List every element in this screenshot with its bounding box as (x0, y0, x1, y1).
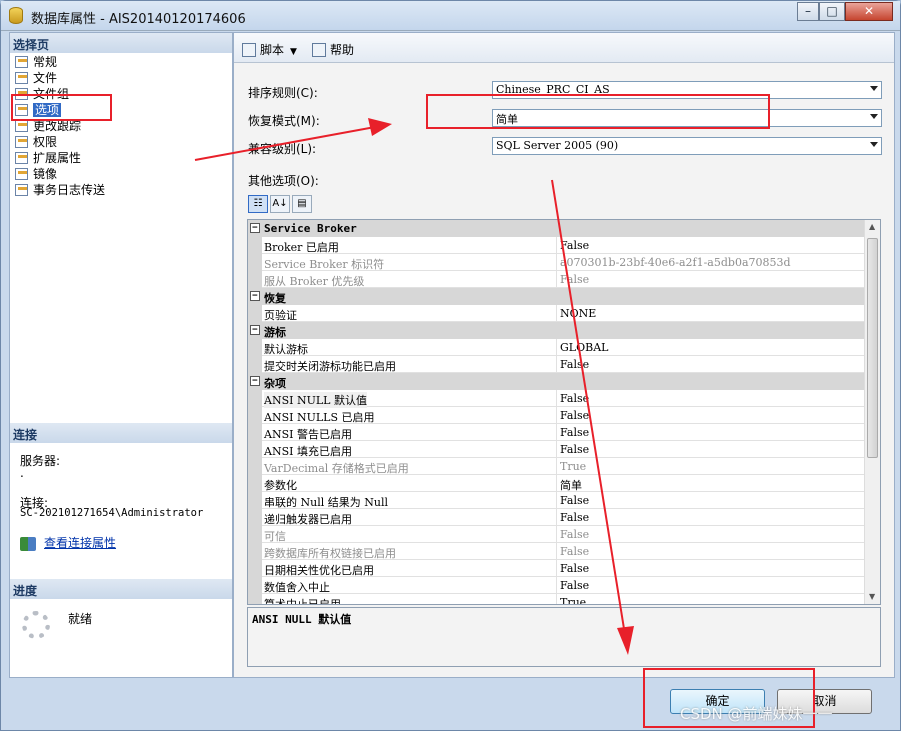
arrow-line-1 (194, 126, 376, 161)
arrow-head-2 (617, 626, 634, 655)
arrow-head-1 (368, 118, 392, 136)
arrow-line-2 (551, 179, 626, 636)
watermark: CSDN @前端妹妹一一 (680, 705, 833, 723)
annotation-arrows (194, 118, 634, 655)
